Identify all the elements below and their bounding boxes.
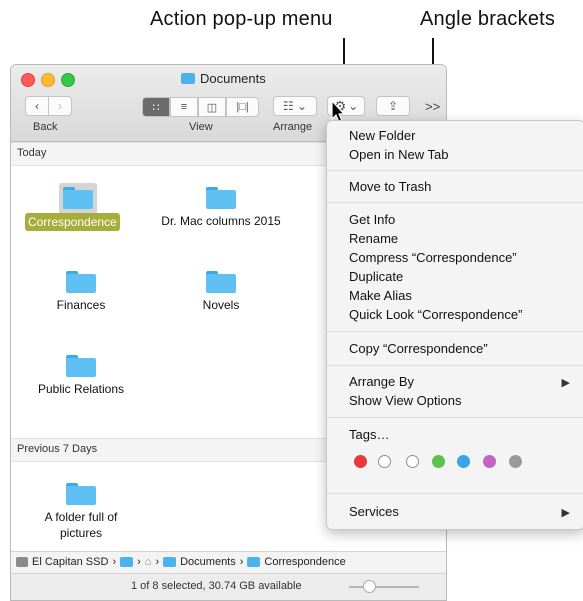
coverflow-view-button[interactable]: |□| [226,97,259,117]
path-item-correspondence[interactable]: Correspondence [264,556,345,568]
back-label: Back [33,121,58,133]
folder-icon[interactable] [66,271,96,293]
tag-yellow-empty[interactable] [406,455,419,468]
tag-purple[interactable] [483,455,496,468]
chevron-down-icon: ⌄ [348,99,359,113]
tag-green[interactable] [432,455,445,468]
menu-separator [327,417,583,418]
tag-blue[interactable] [457,455,470,468]
slider-knob[interactable] [363,580,376,593]
menu-separator [327,170,583,171]
icon-size-slider[interactable] [349,586,419,588]
menu-item-rename[interactable]: Rename [349,231,398,246]
menu-item-duplicate[interactable]: Duplicate [349,269,403,284]
grid-icon: ∷ [152,101,160,114]
folder-icon[interactable] [63,187,93,209]
folder-icon[interactable] [66,355,96,377]
menu-item-compress[interactable]: Compress “Correspondence” [349,250,517,265]
hard-drive-icon [16,557,28,567]
menu-item-services[interactable]: Services [349,504,399,519]
file-name-public-relations[interactable]: Public Relations [16,381,146,397]
menu-item-get-info[interactable]: Get Info [349,212,395,227]
file-name-folder-full[interactable]: A folder full of pictures [26,509,136,541]
coverflow-icon: |□| [236,101,249,113]
file-name-novels[interactable]: Novels [171,297,271,313]
menu-item-make-alias[interactable]: Make Alias [349,288,412,303]
close-button[interactable] [21,73,35,87]
folder-icon[interactable] [66,483,96,505]
minimize-button[interactable] [41,73,55,87]
arrange-icon: ☷ ⌄ [282,99,308,113]
menu-separator [327,365,583,366]
zoom-button[interactable] [61,73,75,87]
list-icon: ≡ [180,101,188,113]
view-label: View [189,121,213,133]
submenu-arrow-icon: ▶ [561,507,570,519]
menu-item-open-in-new-tab[interactable]: Open in New Tab [349,147,449,162]
action-popup-menu: New Folder Open in New Tab Move to Trash… [326,120,583,530]
arrange-button[interactable]: ☷ ⌄ [273,96,317,116]
menu-item-new-folder[interactable]: New Folder [349,128,415,143]
path-separator-icon: › [112,556,117,568]
folder-icon [247,557,261,567]
share-button[interactable]: ⇪ [376,96,410,116]
menu-separator [327,331,583,332]
path-item-disk[interactable]: El Capitan SSD [32,556,108,568]
icon-view-button[interactable]: ∷ [142,97,170,117]
menu-item-tags[interactable]: Tags… [349,427,389,442]
path-bar: El Capitan SSD › › ⌂ › Documents › Corre… [11,551,446,574]
tag-gray[interactable] [509,455,522,468]
menu-separator [327,202,583,203]
menu-item-arrange-by[interactable]: Arrange By [349,374,414,389]
folder-icon [181,73,195,84]
home-icon[interactable]: ⌂ [145,556,152,568]
file-name-drmac[interactable]: Dr. Mac columns 2015 [161,213,281,229]
user-folder-icon[interactable] [120,557,134,567]
menu-separator [327,493,583,494]
folder-icon[interactable] [206,187,236,209]
menu-item-show-view-options[interactable]: Show View Options [349,393,462,408]
callout-angle-brackets: Angle brackets [420,8,556,30]
list-view-button[interactable]: ≡ [170,97,198,117]
menu-item-move-to-trash[interactable]: Move to Trash [349,179,431,194]
file-name-finances[interactable]: Finances [31,297,131,313]
chevron-left-icon: ‹ [35,99,39,113]
column-view-button[interactable]: ◫ [198,97,226,117]
callout-action-menu: Action pop-up menu [150,8,333,30]
path-separator-icon: › [239,556,244,568]
status-bar: 1 of 8 selected, 30.74 GB available [11,573,446,600]
folder-icon [163,557,177,567]
share-icon: ⇪ [387,99,399,113]
arrange-label: Arrange [273,121,313,133]
menu-item-quick-look[interactable]: Quick Look “Correspondence” [349,307,522,322]
path-separator-icon: › [137,556,141,568]
section-label: Today [17,147,47,159]
status-text: 1 of 8 selected, 30.74 GB available [131,580,302,592]
columns-icon: ◫ [206,101,218,114]
menu-item-copy[interactable]: Copy “Correspondence” [349,341,488,356]
submenu-arrow-icon: ▶ [561,377,570,389]
file-name-correspondence[interactable]: Correspondence [25,213,120,231]
window-title: Documents [181,71,266,86]
section-label: Previous 7 Days [17,443,98,455]
window-title-text: Documents [200,71,266,86]
forward-button[interactable]: › [48,96,72,116]
tag-orange-empty[interactable] [378,455,391,468]
path-item-documents[interactable]: Documents [180,556,236,568]
toolbar-overflow-button[interactable]: >> [425,99,440,114]
tag-red[interactable] [354,455,367,468]
chevron-right-icon: › [58,99,62,113]
path-separator-icon: › [155,556,160,568]
folder-icon[interactable] [206,271,236,293]
back-button[interactable]: ‹ [25,96,49,116]
